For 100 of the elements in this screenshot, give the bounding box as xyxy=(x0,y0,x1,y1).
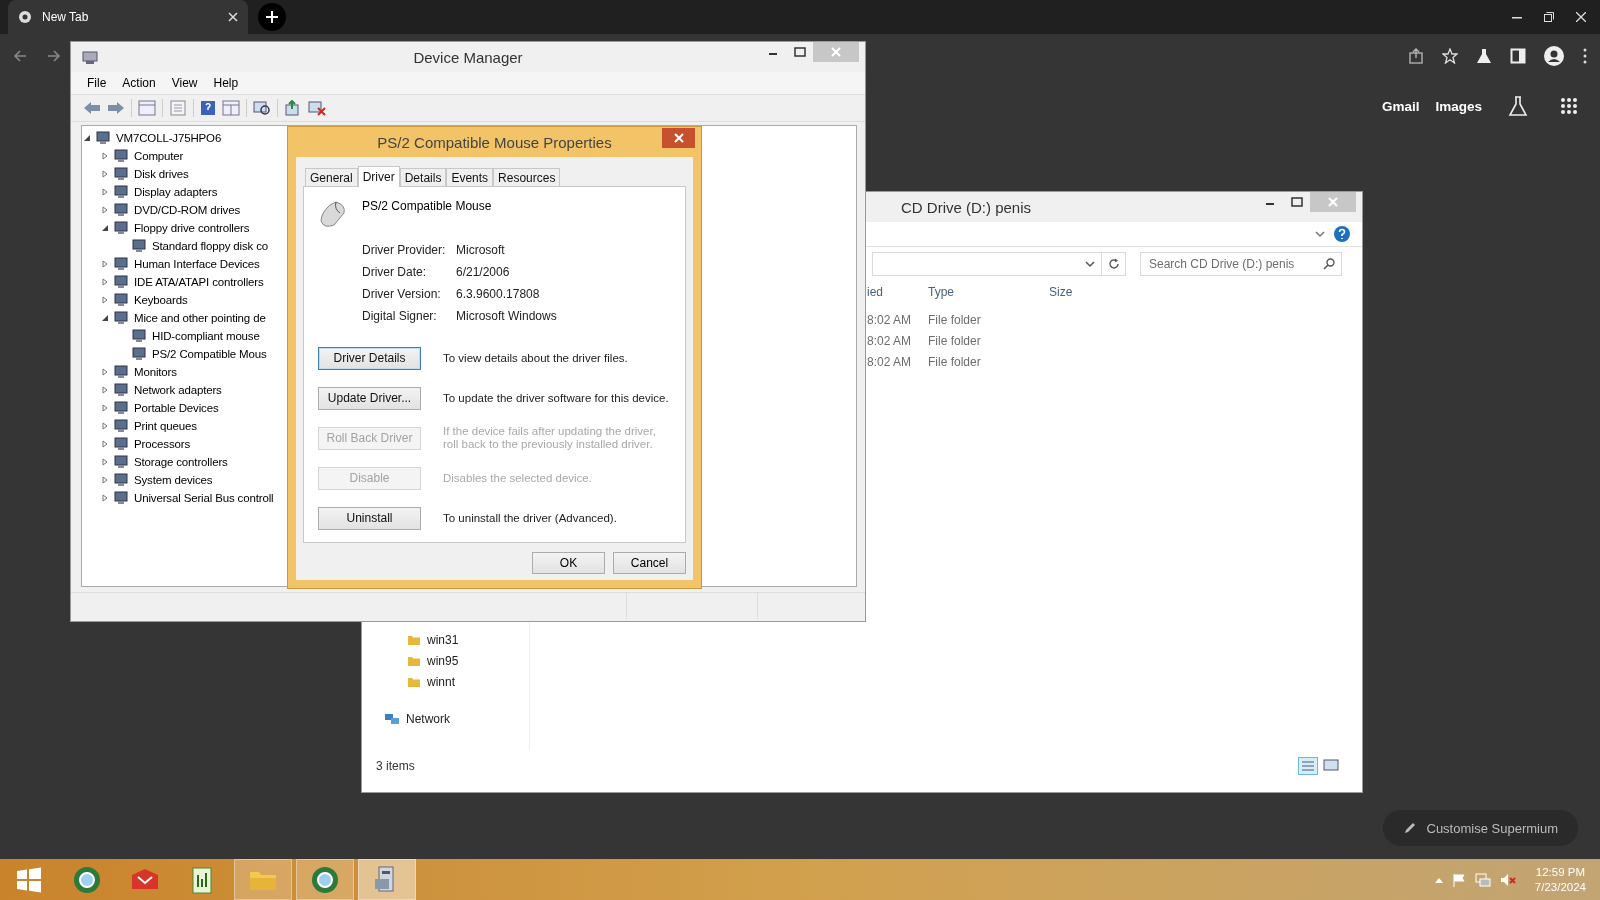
forward-arrow-icon[interactable] xyxy=(107,100,125,116)
tab[interactable]: Details xyxy=(399,168,447,186)
driver-action-button[interactable]: Update Driver... xyxy=(318,386,421,410)
help-icon[interactable] xyxy=(200,100,216,116)
tree-item[interactable]: Portable Devices xyxy=(134,402,219,414)
browser-tab[interactable]: New Tab xyxy=(8,0,248,34)
driver-action-button[interactable]: Uninstall xyxy=(318,506,421,530)
star-icon[interactable] xyxy=(1442,48,1458,64)
folder-item[interactable]: win95 xyxy=(427,653,459,668)
refresh-button[interactable] xyxy=(1102,252,1126,276)
collapsed-arrow-icon[interactable] xyxy=(101,170,109,178)
driver-action-button[interactable]: Driver Details xyxy=(318,346,421,370)
window-icon[interactable] xyxy=(222,100,240,116)
tree-item[interactable]: VM7COLL-J75HPO6 xyxy=(116,132,222,144)
menu-item[interactable]: File xyxy=(81,74,113,92)
update-driver-icon[interactable] xyxy=(284,100,302,116)
collapsed-arrow-icon[interactable] xyxy=(101,188,109,196)
column-header[interactable]: Size xyxy=(1049,285,1119,299)
share-icon[interactable] xyxy=(1408,48,1424,64)
taskbar-app[interactable] xyxy=(296,859,354,900)
collapsed-arrow-icon[interactable] xyxy=(101,296,109,304)
tree-item[interactable]: Computer xyxy=(134,150,184,162)
network-item[interactable]: Network xyxy=(406,712,450,726)
thumbnail-view-icon[interactable] xyxy=(1322,757,1340,773)
restore-icon[interactable] xyxy=(1544,12,1554,22)
collapsed-arrow-icon[interactable] xyxy=(101,458,109,466)
back-arrow-icon[interactable] xyxy=(83,100,101,116)
tree-item[interactable]: DVD/CD-ROM drives xyxy=(134,204,241,216)
tree-item[interactable]: IDE ATA/ATAPI controllers xyxy=(134,276,264,288)
close-icon xyxy=(831,47,841,57)
tab[interactable]: General xyxy=(305,168,358,186)
tree-item[interactable]: PS/2 Compatible Mous xyxy=(152,348,267,360)
menu-icon[interactable] xyxy=(1582,48,1588,64)
tab[interactable]: Driver xyxy=(357,166,400,187)
expanded-arrow-icon[interactable] xyxy=(83,134,91,142)
tab[interactable]: Events xyxy=(446,168,494,186)
column-header[interactable]: Type xyxy=(926,285,1049,299)
tree-item[interactable]: Mice and other pointing de xyxy=(134,312,266,324)
tree-item[interactable]: Floppy drive controllers xyxy=(134,222,250,234)
folder-item[interactable]: win31 xyxy=(427,632,459,647)
tree-item[interactable]: Monitors xyxy=(134,366,177,378)
collapsed-arrow-icon[interactable] xyxy=(101,422,109,430)
network-icon[interactable] xyxy=(1474,872,1491,887)
expanded-arrow-icon[interactable] xyxy=(101,224,109,232)
sidebar-icon[interactable] xyxy=(1510,48,1526,64)
window-icon[interactable] xyxy=(138,100,156,116)
collapsed-arrow-icon[interactable] xyxy=(101,260,109,268)
column-header[interactable]: ied xyxy=(867,285,926,299)
chevron-down-icon[interactable] xyxy=(1314,228,1326,240)
flag-icon[interactable] xyxy=(1451,872,1466,887)
collapsed-arrow-icon[interactable] xyxy=(101,476,109,484)
details-view-icon[interactable] xyxy=(1298,757,1318,775)
tree-item[interactable]: Human Interface Devices xyxy=(134,258,260,270)
collapsed-arrow-icon[interactable] xyxy=(101,278,109,286)
field-label: Driver Provider: xyxy=(362,243,447,257)
tree-item[interactable]: Disk drives xyxy=(134,168,189,180)
close-icon[interactable] xyxy=(228,12,238,22)
menu-item[interactable]: View xyxy=(165,74,204,92)
back-arrow-icon[interactable] xyxy=(12,48,28,64)
tree-item[interactable]: Network adapters xyxy=(134,384,222,396)
tree-item[interactable]: Display adapters xyxy=(134,186,218,198)
close-button[interactable] xyxy=(662,128,695,148)
close-icon[interactable] xyxy=(1576,12,1586,22)
speaker-muted-icon[interactable] xyxy=(1499,872,1516,887)
apps-grid-icon[interactable] xyxy=(1560,97,1578,115)
profile-icon[interactable] xyxy=(1544,46,1564,66)
tree-item[interactable]: Standard floppy disk co xyxy=(152,240,269,252)
new-tab-button[interactable] xyxy=(258,3,286,31)
tree-item[interactable]: Keyboards xyxy=(134,294,188,306)
scan-icon[interactable] xyxy=(253,100,271,116)
expanded-arrow-icon[interactable] xyxy=(101,314,109,322)
caret-up-icon[interactable] xyxy=(1434,876,1443,883)
search-field[interactable]: Search CD Drive (D:) penis xyxy=(1140,252,1342,276)
forward-arrow-icon[interactable] xyxy=(46,48,62,64)
collapsed-arrow-icon[interactable] xyxy=(101,386,109,394)
tree-item[interactable]: HID-compliant mouse xyxy=(152,330,260,342)
menu-item[interactable]: Help xyxy=(207,74,245,92)
uninstall-icon[interactable] xyxy=(308,100,326,116)
menu-item[interactable]: Action xyxy=(116,74,162,92)
tree-item[interactable]: Print queues xyxy=(134,420,197,432)
dialog-button[interactable]: Cancel xyxy=(613,552,686,574)
collapsed-arrow-icon[interactable] xyxy=(101,440,109,448)
collapsed-arrow-icon[interactable] xyxy=(101,368,109,376)
tab[interactable]: Resources xyxy=(493,168,561,186)
collapsed-arrow-icon[interactable] xyxy=(101,494,109,502)
folder-item[interactable]: winnt xyxy=(427,674,455,689)
collapsed-arrow-icon[interactable] xyxy=(101,206,109,214)
tree-item[interactable]: Processors xyxy=(134,438,191,450)
tree-item[interactable]: Universal Serial Bus controll xyxy=(134,492,274,504)
dialog-button[interactable]: OK xyxy=(532,552,605,574)
tree-item[interactable]: Storage controllers xyxy=(134,456,228,468)
gmail-link[interactable]: Gmail xyxy=(1381,98,1420,114)
customise-button[interactable]: Customise Supermium xyxy=(1382,810,1578,846)
collapsed-arrow-icon[interactable] xyxy=(101,152,109,160)
tree-item[interactable]: System devices xyxy=(134,474,213,486)
collapsed-arrow-icon[interactable] xyxy=(101,404,109,412)
help-icon[interactable] xyxy=(1334,226,1350,242)
flask-icon[interactable] xyxy=(1476,48,1492,64)
flask-icon[interactable] xyxy=(1508,96,1528,116)
images-link[interactable]: Images xyxy=(1435,98,1482,114)
